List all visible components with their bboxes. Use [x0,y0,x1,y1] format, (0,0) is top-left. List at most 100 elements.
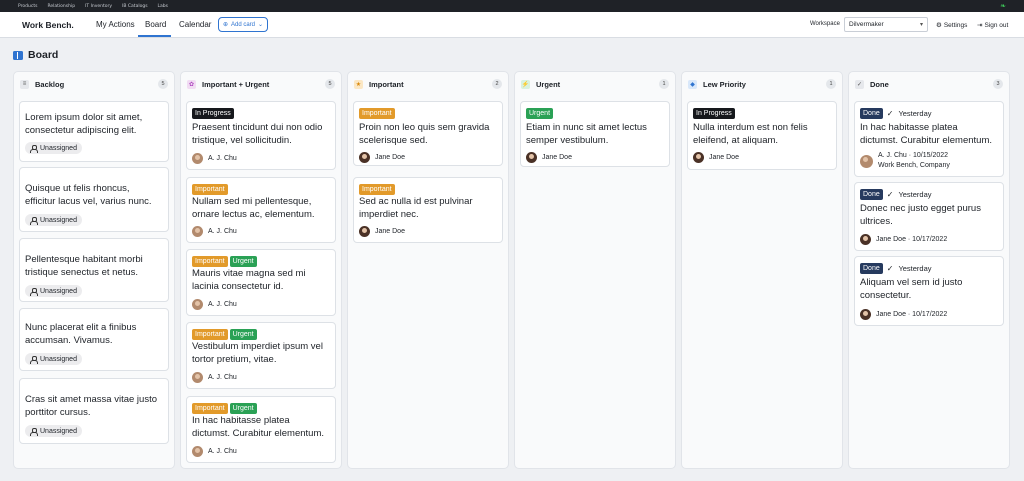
assignee-name: Jane Doe [375,228,405,235]
avatar [860,154,873,168]
meta-line: A. J. Chu · 10/15/2022 [878,152,949,159]
nav-my-actions[interactable]: My Actions [96,20,135,29]
card-title: Cras sit amet massa vitae justo porttito… [25,394,157,418]
column-urgent: ⚡ Urgent 1 Urgent Etiam in nunc sit amet… [514,71,676,469]
card-title: Vestibulum imperdiet ipsum vel tortor pr… [192,341,323,365]
status-badge: Done [860,263,883,274]
card[interactable]: Cras sit amet massa vitae justo porttito… [19,378,169,444]
card-title: Donec nec justo egget purus ultrices. [860,203,981,227]
assignee[interactable]: Jane Doe · 10/17/2022 [860,309,947,320]
card[interactable]: Quisque ut felis rhoncus, efficitur lacu… [19,167,169,232]
workspace-value: Dilvermaker [849,21,884,28]
assignee-name: A. J. Chu [208,155,237,162]
sign-out-button[interactable]: ⇥ Sign out [977,21,1009,30]
nav-board[interactable]: Board [145,20,166,29]
assignee-name: Unassigned [40,216,77,224]
tag-group: Important Urgent [192,329,257,340]
card-title: Etiam in nunc sit amet lectus semper ves… [526,122,647,146]
settings-label: Settings [943,21,968,29]
tag-group: Important [192,184,228,195]
assignee-name: A. J. Chu [208,301,237,308]
sign-out-icon: ⇥ [977,22,983,29]
assignee-name: A. J. Chu [208,374,237,381]
tag-group: Important [359,184,395,195]
priority-badge: Urgent [229,329,257,340]
column-header: ✿ Important + Urgent 5 [187,78,335,90]
avatar [359,226,370,237]
card[interactable]: Important Urgent Vestibulum imperdiet ips… [186,322,336,389]
flower-icon: ✿ [187,79,196,89]
assignee[interactable]: Jane Doe [693,152,739,163]
tag-group: In Progress [192,108,234,119]
assignee[interactable]: A. J. Chu [192,446,237,457]
completed-when: Yesterday [898,264,932,273]
assignee[interactable]: Jane Doe [526,152,572,163]
card-title: Pellentesque habitant morbi tristique se… [25,254,143,278]
assignee-chip[interactable]: Unassigned [25,353,82,365]
topbar-item[interactable]: IB Catalogs [122,4,147,9]
card[interactable]: Nunc placerat elit a finibus accumsan. V… [19,308,169,371]
assignee-chip[interactable]: Unassigned [25,285,82,297]
tag-group: Important [359,108,395,119]
completed-when: Yesterday [898,109,932,118]
assignee-chip[interactable]: Unassigned [25,214,82,226]
priority-badge: Important [359,184,395,195]
topbar-item[interactable]: Relationship [47,4,75,9]
card[interactable]: Important Proin non leo quis sem gravida… [353,101,503,166]
sign-out-label: Sign out [984,21,1009,29]
nav-calendar[interactable]: Calendar [179,20,211,29]
list-icon: ≡ [20,79,29,89]
assignee[interactable]: A. J. Chu [192,299,237,310]
card-title: Aliquam vel sem id justo consectetur. [860,277,963,301]
card[interactable]: Done ✓ Yesterday Donec nec justo egget p… [854,182,1004,251]
assignee-chip[interactable]: Unassigned [25,142,82,154]
assignee[interactable]: A. J. Chu [192,153,237,164]
avatar [693,152,704,163]
assignee[interactable]: Jane Doe [359,152,405,163]
assignee[interactable]: A. J. Chu [192,226,237,237]
card[interactable]: Done ✓ Yesterday Aliquam vel sem id just… [854,256,1004,326]
leaf-icon[interactable]: ❧ [1000,2,1006,10]
brand-logo[interactable]: Work Bench. [22,20,74,30]
card[interactable]: Important Urgent Mauris vitae magna sed m… [186,249,336,316]
card[interactable]: In Progress Nulla interdum est non felis… [687,101,837,170]
topbar-item[interactable]: IT Inventory [85,4,112,9]
priority-badge: Important [192,184,228,195]
card[interactable]: Lorem ipsum dolor sit amet, consectetur … [19,101,169,162]
nav-active-indicator [138,35,171,37]
column-done: ✓ Done 3 Done ✓ Yesterday In hac habitas… [848,71,1010,469]
page-title: Board [13,49,58,61]
status-badge: Done [860,189,883,200]
assignee-chip[interactable]: Unassigned [25,425,82,437]
card[interactable]: Important Nullam sed mi pellentesque, or… [186,177,336,243]
settings-button[interactable]: ⚙ Settings [936,21,968,30]
card-title: Nunc placerat elit a finibus accumsan. V… [25,322,137,346]
card[interactable]: Important Sed ac nulla id est pulvinar i… [353,177,503,243]
assignee[interactable]: A. J. Chu [192,372,237,383]
completed-when: Yesterday [898,190,932,199]
column-important: ★ Important 2 Important Proin non leo qu… [347,71,509,469]
avatar [192,299,203,310]
card[interactable]: Urgent Etiam in nunc sit amet lectus sem… [520,101,670,167]
assignee-name: Unassigned [40,144,77,152]
status-badge: Done [860,108,883,119]
assignee[interactable]: Jane Doe [359,226,405,237]
assignee-name: Unassigned [40,355,77,363]
column-title: Done [870,79,889,89]
assignee[interactable]: Jane Doe · 10/17/2022 [860,234,947,245]
workspace-select[interactable]: Dilvermaker ▾ [844,17,928,32]
card[interactable]: In Progress Praesent tincidunt dui non o… [186,101,336,170]
add-card-button[interactable]: ⊕ Add card ⌄ [218,17,268,32]
card-meta: A. J. Chu · 10/15/2022 Work Bench, Compa… [878,152,950,170]
topbar-item[interactable]: Labs [158,4,168,9]
card-title: Nulla interdum est non felis eleifend, a… [693,122,808,146]
column-title: Important + Urgent [202,79,270,89]
column-count: 5 [158,79,168,89]
assignee[interactable]: A. J. Chu · 10/15/2022 Work Bench, Compa… [860,152,950,170]
avatar [526,152,537,163]
card[interactable]: Important Urgent In hac habitasse platea … [186,396,336,463]
topbar-item[interactable]: Products [18,4,37,9]
card[interactable]: Done ✓ Yesterday In hac habitasse platea… [854,101,1004,177]
check-icon: ✓ [855,79,864,89]
card[interactable]: Pellentesque habitant morbi tristique se… [19,238,169,302]
